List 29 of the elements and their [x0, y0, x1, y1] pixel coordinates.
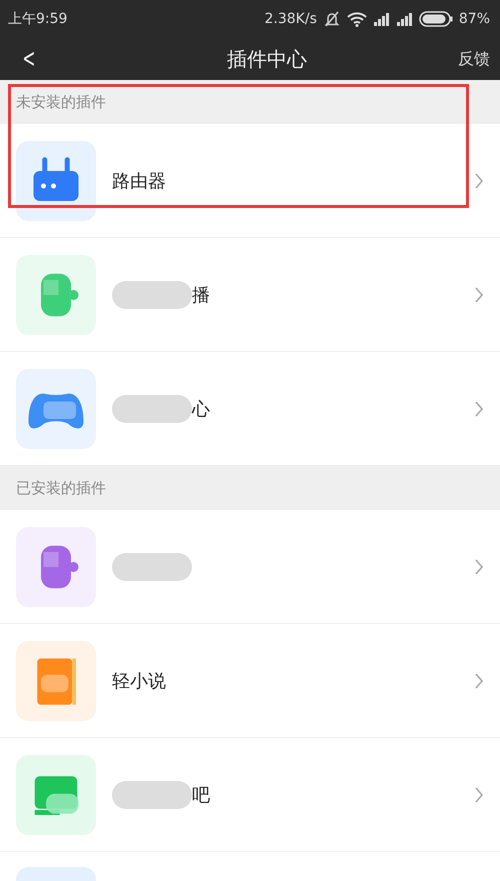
chevron-right-icon	[474, 672, 484, 690]
plugin-row[interactable]: 轻小说	[0, 624, 500, 738]
plugin-name: 轻小说	[112, 670, 166, 692]
plugin-row[interactable]: 路由器	[0, 124, 500, 238]
plugin-row[interactable]: 心	[0, 352, 500, 466]
muted-bell-icon	[322, 10, 341, 28]
status-time: 上午9:59	[8, 10, 68, 28]
plugin-row[interactable]: 播	[0, 238, 500, 352]
plugin-name: 心	[192, 398, 210, 420]
signal-icon	[396, 12, 413, 26]
battery-icon	[418, 11, 453, 27]
network-speed: 2.38K/s	[264, 11, 317, 27]
section-header: 已安装的插件	[0, 466, 500, 510]
feedback-button[interactable]: 反馈	[458, 48, 490, 70]
chevron-right-icon	[474, 172, 484, 190]
signal-icon	[372, 12, 390, 26]
plugin-name: 吧	[192, 784, 210, 806]
back-button[interactable]: <	[18, 44, 40, 74]
page-title: 插件中心	[226, 46, 307, 72]
chevron-right-icon	[474, 558, 484, 576]
plugin-name: 路由器	[112, 170, 166, 192]
chevron-right-icon	[474, 786, 484, 804]
battery-percentage: 87%	[458, 11, 490, 27]
section-header: 未安装的插件	[0, 80, 500, 124]
plugin-row[interactable]: 吧	[0, 738, 500, 852]
chevron-right-icon	[474, 286, 484, 304]
wifi-icon	[346, 11, 367, 27]
plugin-name: 播	[192, 284, 210, 306]
chevron-right-icon	[474, 400, 484, 418]
